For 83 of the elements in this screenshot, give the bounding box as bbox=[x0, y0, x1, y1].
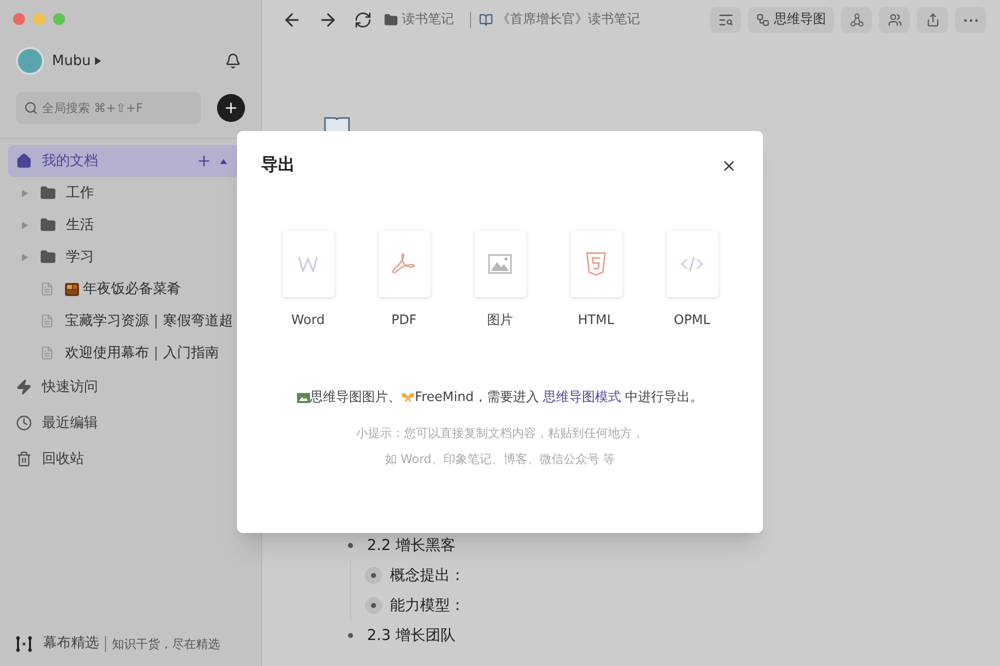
image-icon bbox=[488, 254, 512, 274]
tree-item[interactable]: 年夜饭必备菜肴 bbox=[8, 273, 253, 305]
sidebar-item-label: 我的文档 bbox=[42, 152, 98, 170]
folder-icon bbox=[40, 185, 56, 201]
note-text: FreeMind，需要进入 思维导图模式 中进行导出。 bbox=[414, 389, 704, 407]
search-icon bbox=[24, 101, 38, 115]
code-icon bbox=[680, 256, 704, 272]
outline-item: 2.3 增长团队 bbox=[367, 624, 456, 646]
plus-icon bbox=[223, 100, 239, 116]
mindmap-icon bbox=[756, 13, 770, 27]
clock-icon bbox=[16, 415, 32, 431]
tip-text: 如 Word、印象笔记、博客、微信公众号 等 bbox=[384, 450, 616, 468]
folder-label: 生活 bbox=[66, 216, 94, 234]
refresh-icon[interactable] bbox=[354, 11, 372, 29]
book-icon bbox=[479, 13, 493, 27]
document-icon bbox=[40, 346, 54, 360]
export-option[interactable]: HTML bbox=[570, 230, 622, 330]
outline-item: 2.2 增长黑客 bbox=[367, 534, 456, 556]
home-icon bbox=[16, 153, 32, 169]
featured-link[interactable]: 幕布精选 bbox=[43, 633, 99, 654]
search-icon bbox=[718, 12, 734, 28]
share-button[interactable] bbox=[917, 7, 948, 33]
more-icon bbox=[964, 18, 978, 22]
folder-label: 学习 bbox=[66, 248, 94, 266]
tree-item[interactable]: 学习 bbox=[8, 241, 253, 273]
tree-item[interactable]: 宝藏学习资源｜寒假弯道超 bbox=[8, 305, 253, 337]
export-option[interactable]: PDF bbox=[378, 230, 430, 330]
bullet-icon[interactable] bbox=[348, 632, 353, 638]
user-menu-button[interactable]: Mubu bbox=[52, 50, 101, 72]
trash-icon bbox=[16, 451, 32, 467]
collaborate-button[interactable] bbox=[879, 7, 910, 33]
export-option[interactable]: 图片 bbox=[474, 230, 526, 330]
breadcrumb-folder[interactable]: 读书笔记 bbox=[402, 10, 454, 30]
outline-item: 能力模型： bbox=[390, 594, 465, 616]
share-nodes-button[interactable] bbox=[841, 7, 872, 33]
word-icon bbox=[298, 256, 318, 272]
outline-item: 概念提出： bbox=[390, 564, 465, 586]
note-text: 思维导图图片、 bbox=[310, 389, 401, 407]
document-label: 欢迎使用幕布｜入门指南 bbox=[65, 344, 219, 362]
document-label: 年夜饭必备菜肴 bbox=[83, 280, 181, 298]
butterfly-icon bbox=[400, 392, 415, 404]
folder-icon bbox=[40, 217, 56, 233]
tree-item[interactable]: 欢迎使用幕布｜入门指南 bbox=[8, 337, 253, 369]
document-icon bbox=[40, 282, 54, 296]
image-icon bbox=[296, 392, 310, 403]
search-field[interactable]: 全局搜索 ⌘+⇧+F bbox=[16, 92, 201, 124]
featured-tagline: 知识干货，尽在精选 bbox=[112, 636, 220, 652]
collapsed-bullet-icon[interactable] bbox=[365, 596, 382, 614]
lightning-icon bbox=[16, 379, 32, 395]
sidebar-item[interactable]: 回收站 bbox=[8, 441, 253, 477]
search-button[interactable] bbox=[710, 7, 741, 33]
bullet-icon[interactable] bbox=[348, 542, 353, 548]
document-label: 宝藏学习资源｜寒假弯道超 bbox=[65, 312, 233, 330]
add-icon[interactable] bbox=[196, 153, 212, 169]
sidebar-item-label: 回收站 bbox=[42, 450, 84, 468]
export-option[interactable]: OPML bbox=[666, 230, 718, 330]
folder-icon bbox=[40, 249, 56, 265]
document-icon bbox=[40, 314, 54, 328]
tree-item[interactable]: 工作 bbox=[8, 177, 253, 209]
bell-icon[interactable] bbox=[225, 53, 241, 69]
sidebar-item[interactable]: 最近编辑 bbox=[8, 405, 253, 441]
new-button[interactable] bbox=[217, 94, 245, 122]
export-option[interactable]: Word bbox=[282, 230, 334, 330]
sidebar-item-label: 快速访问 bbox=[42, 378, 98, 396]
share-icon bbox=[926, 13, 940, 27]
sidebar-item-label: 最近编辑 bbox=[42, 414, 98, 432]
collapsed-bullet-icon[interactable] bbox=[365, 566, 382, 584]
html5-icon bbox=[586, 252, 606, 276]
breadcrumb-document[interactable]: 《首席增长官》读书笔记 bbox=[497, 10, 640, 30]
folder-icon bbox=[384, 13, 398, 27]
tree-item[interactable]: 生活 bbox=[8, 209, 253, 241]
mindmap-button[interactable]: 思维导图 bbox=[748, 7, 834, 33]
mubu-logo-icon bbox=[16, 636, 32, 652]
pdf-icon bbox=[391, 252, 417, 274]
nodes-icon bbox=[850, 13, 864, 27]
collapse-icon[interactable] bbox=[220, 158, 227, 164]
caret-icon bbox=[94, 57, 101, 65]
users-icon bbox=[888, 13, 902, 27]
tip-text: 小提示：您可以直接复制文档内容，粘贴到任何地方， bbox=[356, 424, 644, 442]
folder-label: 工作 bbox=[66, 184, 94, 202]
sidebar-item[interactable]: 快速访问 bbox=[8, 369, 253, 405]
mindmap-mode-link[interactable]: 思维导图模式 bbox=[542, 390, 621, 405]
dialog-title: 导出 bbox=[261, 154, 295, 177]
